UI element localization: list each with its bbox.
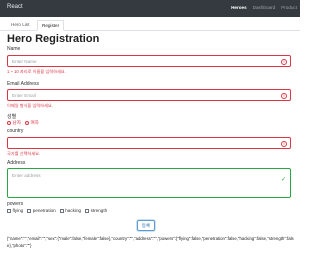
power-option-label: penetration — [32, 208, 56, 213]
power-option-strength[interactable]: strength — [85, 208, 107, 213]
checkbox-penetration[interactable] — [27, 208, 32, 213]
address-textarea[interactable]: Enter address ✓ — [7, 168, 291, 198]
sex-label: 성별 — [7, 114, 17, 120]
sex-option-label: 남자 — [12, 120, 21, 125]
radio-female[interactable] — [24, 121, 29, 125]
power-option-flying[interactable]: flying — [7, 208, 23, 213]
nav-link-product[interactable]: Product — [281, 5, 297, 10]
sex-options: 남자 여자 — [7, 120, 39, 126]
country-error: 국가를 선택하세요. — [7, 151, 41, 156]
submit-button[interactable]: 등록 — [137, 220, 155, 231]
address-placeholder: Enter address — [12, 173, 41, 178]
navbar-brand[interactable]: React — [7, 4, 23, 10]
power-option-label: flying — [12, 208, 24, 213]
checkbox-flying[interactable] — [7, 208, 11, 213]
country-select[interactable]: ! — [7, 137, 291, 149]
checkmark-icon: ✓ — [280, 177, 286, 183]
name-placeholder: Enter Name — [12, 59, 37, 64]
email-error: 이메일 형식을 입력하세요. — [7, 103, 53, 108]
name-label: Name — [7, 46, 21, 52]
radio-male[interactable] — [7, 121, 11, 125]
navbar: React Heroes Dashboard Product — [0, 0, 300, 17]
exclamation-circle-icon: ! — [281, 58, 287, 65]
email-input[interactable]: Enter Email ! — [7, 89, 291, 101]
email-label: Email Address — [7, 81, 39, 87]
exclamation-circle-icon: ! — [281, 140, 287, 147]
nav-link-heroes[interactable]: Heroes — [231, 5, 247, 10]
power-option-label: hacking — [65, 208, 82, 213]
checkbox-hacking[interactable] — [59, 208, 64, 213]
power-option-hacking[interactable]: hacking — [59, 208, 82, 213]
powers-label: powers — [7, 201, 24, 207]
email-placeholder: Enter Email — [12, 93, 36, 98]
sex-option-female[interactable]: 여자 — [24, 120, 39, 126]
power-option-label: strength — [90, 208, 108, 213]
power-option-penetration[interactable]: penetration — [27, 208, 56, 213]
page-title: Hero Registration — [7, 33, 100, 45]
form-state-output: {"name":"","email":"","sex":{"male":fals… — [7, 236, 294, 248]
nav-link-dashboard[interactable]: Dashboard — [253, 5, 275, 10]
sex-option-label: 여자 — [30, 120, 39, 125]
address-label: Address — [7, 160, 26, 166]
exclamation-circle-icon: ! — [281, 92, 287, 99]
navbar-links: Heroes Dashboard Product — [231, 5, 297, 10]
tab-register[interactable]: Register — [37, 20, 65, 31]
name-input[interactable]: Enter Name ! — [7, 55, 291, 67]
tab-hero-list[interactable]: Hero List — [7, 20, 33, 29]
checkbox-strength[interactable] — [85, 208, 90, 213]
sub-nav-tabs: Hero List Register — [0, 17, 300, 31]
sex-option-male[interactable]: 남자 — [7, 120, 21, 126]
country-label: country — [7, 128, 24, 134]
powers-options: flying penetration hacking strength — [7, 208, 107, 213]
name-error: 1 ~ 10 자리로 이름을 입력하세요. — [7, 69, 66, 74]
